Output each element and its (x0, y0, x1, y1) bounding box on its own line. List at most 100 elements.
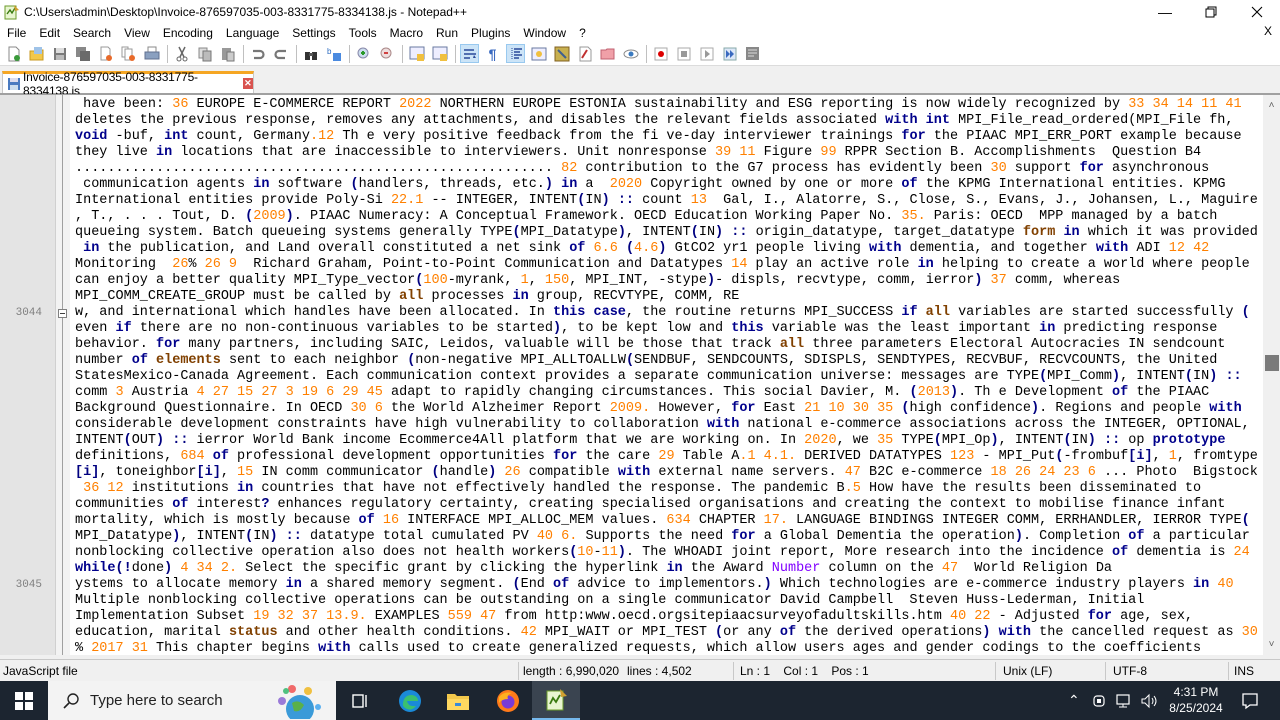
vertical-scrollbar[interactable]: ˄ ˅ (1263, 95, 1280, 655)
code-line[interactable]: w, and international which handles have … (75, 305, 1255, 321)
close-all-button[interactable] (119, 44, 138, 63)
indent-guide-button[interactable] (506, 44, 525, 63)
menu-file[interactable]: File (0, 26, 32, 40)
sync-vertical-button[interactable] (407, 44, 426, 63)
folder-workspace-button[interactable] (575, 44, 594, 63)
taskbar-search-box[interactable]: Type here to search (48, 681, 336, 720)
replace-button[interactable]: b (324, 44, 343, 63)
tab-close-button[interactable]: ✕ (242, 78, 253, 89)
zoom-in-button[interactable] (354, 44, 373, 63)
menu-macro[interactable]: Macro (383, 26, 429, 40)
minimize-button[interactable]: — (1142, 0, 1188, 24)
show-all-characters-button[interactable]: ¶ (483, 44, 502, 63)
meet-now-icon[interactable] (1092, 693, 1108, 709)
code-line[interactable]: Multiple nonblocking collective operatio… (75, 593, 1255, 609)
zoom-out-button[interactable] (377, 44, 396, 63)
code-line[interactable]: , T., . . . Tout, D. (2009). PIAAC Numer… (75, 209, 1255, 225)
code-line[interactable]: deletes the previous response, removes a… (75, 113, 1255, 129)
open-file-button[interactable] (27, 44, 46, 63)
code-line[interactable]: have been: 36 EUROPE E-COMMERCE REPORT 2… (75, 97, 1255, 113)
menu-run[interactable]: Run (429, 26, 464, 40)
code-line[interactable]: INTENT(OUT) :: ierror World Bank income … (75, 433, 1255, 449)
network-icon[interactable] (1116, 693, 1134, 709)
taskbar-edge[interactable] (386, 681, 434, 720)
run-macro-multiple-button[interactable] (720, 44, 739, 63)
menu-language[interactable]: Language (219, 26, 285, 40)
taskbar-notepad-plus-plus[interactable] (532, 681, 580, 720)
menu-tools[interactable]: Tools (342, 26, 383, 40)
document-map-button[interactable] (529, 44, 548, 63)
code-line[interactable]: MPI_Datatype), INTENT(IN) :: datatype to… (75, 529, 1255, 545)
monitoring-button[interactable] (621, 44, 640, 63)
menu-search[interactable]: Search (66, 26, 117, 40)
code-line[interactable]: in the publication, and Land overall con… (75, 241, 1255, 257)
find-button[interactable] (301, 44, 320, 63)
undo-button[interactable] (248, 44, 267, 63)
taskbar-file-explorer[interactable] (434, 681, 482, 720)
cut-button[interactable] (172, 44, 191, 63)
scroll-down-button[interactable]: ˅ (1263, 636, 1280, 653)
scroll-up-button[interactable]: ˄ (1263, 97, 1280, 114)
code-line[interactable]: Implementation Subset 19 32 37 13.9. EXA… (75, 609, 1255, 625)
menu-window[interactable]: Window (516, 26, 572, 40)
save-button[interactable] (50, 44, 69, 63)
code-line[interactable]: behavior. for many partners, including S… (75, 337, 1255, 353)
taskbar-firefox[interactable] (484, 681, 532, 720)
task-view-button[interactable] (336, 681, 384, 720)
editor[interactable]: have been: 36 EUROPE E-COMMERCE REPORT 2… (0, 94, 1280, 657)
function-list-button[interactable] (552, 44, 571, 63)
menu-view[interactable]: View (117, 26, 156, 40)
status-eol[interactable]: Unix (LF) (1003, 664, 1052, 678)
taskbar-clock[interactable]: 4:31 PM 8/25/2024 (1164, 684, 1228, 716)
code-line[interactable]: considerable development constraints hav… (75, 417, 1255, 433)
menu-settings[interactable]: Settings (285, 26, 341, 40)
save-all-button[interactable] (73, 44, 92, 63)
code-line[interactable]: % 2017 31 This chapter begins with calls… (75, 641, 1255, 657)
copy-button[interactable] (195, 44, 214, 63)
code-line[interactable]: while(!done) 4 34 2. Select the specific… (75, 561, 1255, 577)
new-file-button[interactable] (4, 44, 23, 63)
code-line[interactable]: mortality, which is mostly because of 16… (75, 513, 1255, 529)
restore-button[interactable] (1188, 0, 1234, 24)
code-line[interactable]: ........................................… (75, 161, 1255, 177)
word-wrap-button[interactable] (460, 44, 479, 63)
redo-button[interactable] (271, 44, 290, 63)
close-file-button[interactable] (96, 44, 115, 63)
code-line[interactable]: Background Questionnaire. In OECD 30 6 t… (75, 401, 1255, 417)
menu-plugins[interactable]: Plugins (464, 26, 516, 40)
folder-button[interactable] (598, 44, 617, 63)
code-line[interactable]: number of elements sent to each neighbor… (75, 353, 1255, 369)
code-line[interactable]: International entities provide Poly-Si 2… (75, 193, 1258, 209)
code-line[interactable]: definitions, 684 of professional develop… (75, 449, 1258, 465)
fold-toggle-icon[interactable] (58, 309, 67, 318)
code-line[interactable]: can enjoy a better quality MPI_Type_vect… (75, 273, 1255, 289)
sync-horizontal-button[interactable] (430, 44, 449, 63)
tab-invoice-js[interactable]: Invoice-876597035-003-8331775-8334138.js… (2, 70, 254, 98)
close-window-button[interactable] (1234, 0, 1280, 24)
scrollbar-thumb[interactable] (1265, 354, 1279, 371)
code-line[interactable]: Monitoring 26% 26 9 Richard Graham, Poin… (75, 257, 1255, 273)
code-line[interactable]: [i], toneighbor[i], 15 IN comm communica… (75, 465, 1258, 481)
menu-encoding[interactable]: Encoding (156, 26, 219, 40)
code-line[interactable]: communities of interest? enhances regula… (75, 497, 1255, 513)
code-line[interactable]: MPI_COMM_CREATE_GROUP must be called by … (75, 289, 1255, 305)
close-document-button[interactable]: X (1264, 24, 1272, 38)
code-line[interactable]: communication agents in software (handle… (75, 177, 1255, 193)
stop-recording-button[interactable] (674, 44, 693, 63)
print-button[interactable] (142, 44, 161, 63)
save-macro-button[interactable] (743, 44, 762, 63)
code-line[interactable]: StatesMexico-Canada Agreement. Each comm… (75, 369, 1255, 385)
code-line[interactable]: they live in locations that are inaccess… (75, 145, 1255, 161)
show-hidden-icons-button[interactable]: ⌃ (1068, 692, 1080, 709)
code-line[interactable]: ystems to allocate memory in a shared me… (75, 577, 1255, 593)
status-encoding[interactable]: UTF-8 (1113, 664, 1147, 678)
start-button[interactable] (0, 681, 48, 720)
paste-button[interactable] (218, 44, 237, 63)
menu-edit[interactable]: Edit (32, 26, 66, 40)
code-area[interactable]: have been: 36 EUROPE E-COMMERCE REPORT 2… (75, 97, 1258, 657)
volume-icon[interactable] (1140, 693, 1160, 709)
code-line[interactable]: even if there are no non-continuous vari… (75, 321, 1255, 337)
record-macro-button[interactable] (651, 44, 670, 63)
code-line[interactable]: comm 3 Austria 4 27 15 27 3 19 6 29 45 a… (75, 385, 1255, 401)
code-line[interactable]: nonblocking collective operation also do… (75, 545, 1255, 561)
